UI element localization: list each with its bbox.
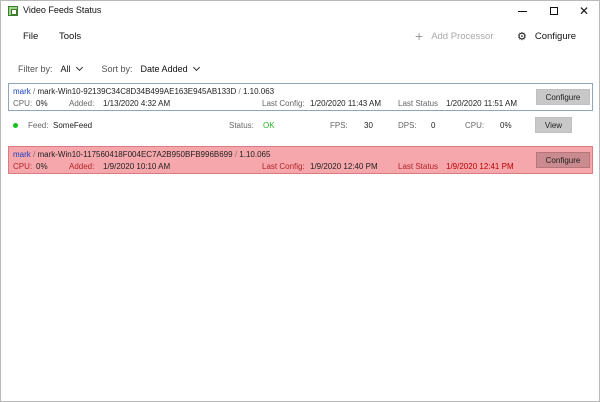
path-separator: /: [238, 87, 241, 96]
view-feed-button[interactable]: View: [535, 117, 572, 133]
configure-processor-button[interactable]: Configure: [536, 89, 590, 105]
added-label: Added:: [69, 162, 95, 171]
menu-file[interactable]: File: [23, 31, 38, 42]
feed-cpu-value: 0%: [500, 121, 512, 130]
path-separator: /: [234, 150, 238, 159]
minimize-button[interactable]: [505, 1, 539, 21]
last-status-value: 1/9/2020 12:41 PM: [446, 162, 514, 171]
configure-button[interactable]: ⚙ Configure: [517, 31, 576, 42]
feed-cpu-label: CPU:: [465, 121, 485, 130]
cpu-value: 0%: [36, 99, 48, 108]
maximize-icon: [550, 7, 558, 15]
filter-dropdown[interactable]: All: [60, 63, 83, 74]
filter-bar: Filter by: All Sort by: Date Added: [18, 63, 200, 74]
title-bar[interactable]: Video Feeds Status ✕: [1, 1, 599, 21]
processor-machine: mark-Win10-92139C34C8D34B499AE163E945AB1…: [37, 87, 237, 96]
add-processor-label: Add Processor: [431, 30, 494, 42]
chevron-down-icon: [75, 63, 83, 72]
status-dot-icon: [13, 123, 18, 128]
processor-header: mark / mark-Win10-117560418F004EC7A2B950…: [13, 150, 270, 159]
last-status-value: 1/20/2020 11:51 AM: [446, 99, 518, 108]
sort-value: Date Added: [140, 64, 188, 74]
last-config-value: 1/20/2020 11:43 AM: [310, 99, 382, 108]
feed-name: SomeFeed: [53, 121, 93, 130]
sort-label: Sort by:: [101, 64, 133, 74]
last-config-label: Last Config:: [262, 162, 305, 171]
added-value: 1/13/2020 4:32 AM: [103, 99, 171, 108]
video-feeds-icon: [8, 6, 18, 16]
close-icon: ✕: [578, 4, 590, 18]
path-separator: /: [33, 150, 36, 159]
processor-card[interactable]: mark / mark-Win10-117560418F004EC7A2B950…: [8, 146, 593, 174]
processor-version: 1.10.065: [239, 150, 271, 159]
processor-user: mark: [13, 87, 31, 96]
processor-card[interactable]: mark / mark-Win10-92139C34C8D34B499AE163…: [8, 83, 593, 111]
processor-user: mark: [13, 150, 31, 159]
last-config-label: Last Config:: [262, 99, 305, 108]
chevron-down-icon: [192, 63, 200, 72]
filter-value: All: [60, 64, 71, 74]
window-title: Video Feeds Status: [23, 5, 102, 15]
feed-row[interactable]: Feed: SomeFeed Status: OK FPS: 30 DPS: 0…: [8, 114, 593, 138]
configure-processor-button[interactable]: Configure: [536, 152, 590, 168]
sort-dropdown[interactable]: Date Added: [140, 63, 200, 74]
feed-status-label: Status:: [229, 121, 254, 130]
processor-version: 1.10.063: [242, 87, 275, 96]
close-button[interactable]: ✕: [567, 1, 600, 21]
cpu-value: 0%: [36, 162, 48, 171]
processor-machine: mark-Win10-117560418F004EC7A2B950BFB996B…: [37, 150, 233, 159]
menu-tools[interactable]: Tools: [59, 31, 81, 42]
plus-icon: +: [415, 28, 424, 44]
main-window: Video Feeds Status ✕ File Tools + Add Pr…: [0, 0, 600, 402]
maximize-button[interactable]: [537, 1, 571, 21]
added-value: 1/9/2020 10:10 AM: [103, 162, 171, 171]
dps-value: 0: [431, 121, 436, 130]
last-config-value: 1/9/2020 12:40 PM: [310, 162, 378, 171]
feed-label: Feed:: [28, 121, 49, 130]
add-processor-button[interactable]: + Add Processor: [415, 28, 494, 44]
minimize-icon: [517, 10, 527, 12]
dps-label: DPS:: [398, 121, 417, 130]
cpu-label: CPU:: [13, 162, 33, 171]
fps-value: 30: [364, 121, 373, 130]
feed-status-value: OK: [263, 121, 275, 130]
path-separator: /: [33, 87, 36, 96]
last-status-label: Last Status: [398, 99, 439, 108]
processor-header: mark / mark-Win10-92139C34C8D34B499AE163…: [13, 87, 274, 96]
filter-label: Filter by:: [18, 64, 53, 74]
gear-icon: ⚙: [517, 30, 527, 43]
added-label: Added:: [69, 99, 95, 108]
configure-label: Configure: [534, 31, 577, 42]
last-status-label: Last Status: [398, 162, 439, 171]
cpu-label: CPU:: [13, 99, 33, 108]
fps-label: FPS:: [330, 121, 348, 130]
